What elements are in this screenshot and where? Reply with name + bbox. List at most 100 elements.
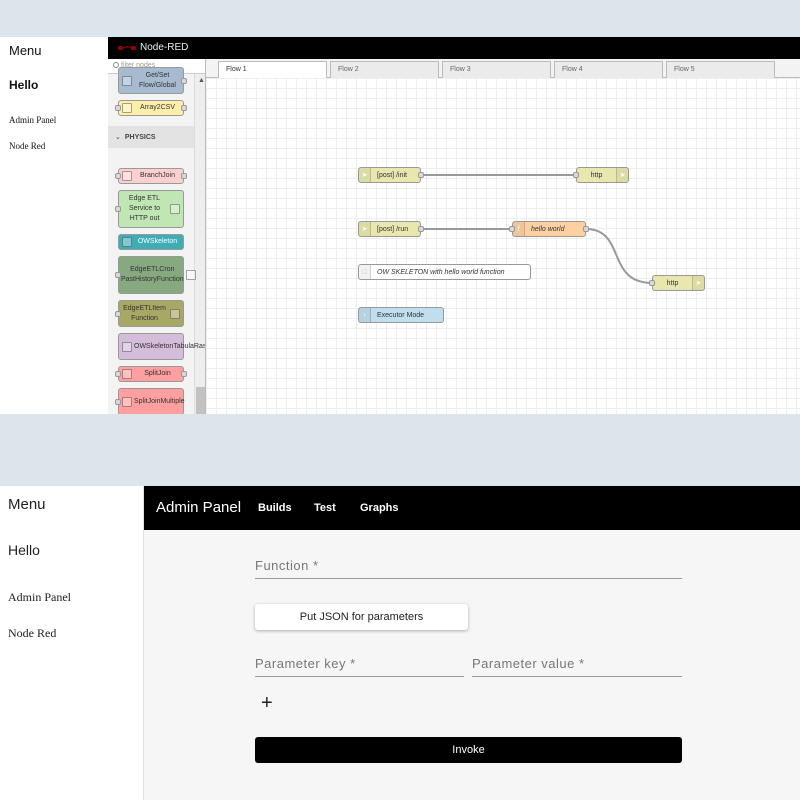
menu-hello: Hello: [8, 542, 40, 558]
output-port: [181, 371, 187, 377]
parameter-key-label: Parameter key *: [255, 656, 356, 671]
palette-node[interactable]: Array2CSV: [115, 100, 187, 116]
admin-screenshot: Menu Hello Admin Panel Node Red Admin Pa…: [0, 486, 800, 800]
menu-link-node-red[interactable]: Node Red: [8, 626, 56, 641]
input-port: [115, 371, 121, 377]
nav-test[interactable]: Test: [314, 502, 336, 514]
output-port: [181, 77, 187, 84]
node-icon: [122, 103, 132, 113]
comment-node[interactable]: □ OW SKELETON with hello world function: [358, 264, 531, 280]
invoke-button[interactable]: Invoke: [255, 737, 682, 763]
arrow-right-icon: ›: [359, 308, 371, 322]
node-label: http: [590, 171, 603, 179]
put-json-button[interactable]: Put JSON for parameters: [255, 604, 468, 630]
nodered-editor: Node-RED filter nodes ▲ Get/Set Flow/Glo…: [108, 37, 800, 414]
palette-node[interactable]: Get/Set Flow/Global: [118, 67, 187, 94]
admin-panel: Admin Panel Builds Test Graphs Function …: [144, 486, 800, 800]
node-label: Executor Mode: [377, 311, 425, 319]
output-port[interactable]: [583, 226, 589, 232]
menu-title: Menu: [8, 496, 46, 513]
input-port: [115, 206, 121, 212]
nodered-title: Node-RED: [140, 42, 189, 53]
input-port[interactable]: [573, 172, 579, 178]
nodered-screenshot: Menu Hello Admin Panel Node Red Node-RED…: [0, 37, 800, 414]
input-port: [115, 173, 121, 179]
input-port[interactable]: [509, 226, 515, 232]
menu-title: Menu: [9, 43, 42, 58]
comment-icon: □: [359, 265, 371, 279]
output-port[interactable]: [418, 172, 424, 178]
menu-link-node-red[interactable]: Node Red: [9, 141, 45, 151]
node-label: OW SKELETON with hello world function: [377, 268, 505, 276]
chevron-down-icon: ⌄: [115, 134, 121, 141]
scroll-thumb[interactable]: [196, 387, 205, 414]
http-in-node-run[interactable]: ➤ [post] /run: [358, 221, 424, 237]
flow-workspace[interactable]: ➤ [post] /init http ➤ ➤ [post] /run f he…: [206, 78, 800, 414]
nav-graphs[interactable]: Graphs: [360, 502, 399, 514]
add-parameter-button[interactable]: +: [261, 693, 273, 713]
input-port[interactable]: [649, 280, 655, 286]
tab-flow-2[interactable]: Flow 2: [330, 61, 439, 78]
node-icon: [122, 369, 132, 379]
parameter-value-field[interactable]: Parameter value *: [472, 651, 682, 677]
globe-icon: ➤: [359, 222, 371, 236]
page-title: Admin Panel: [156, 499, 242, 516]
category-label: PHYSICS: [124, 134, 156, 141]
input-port: [115, 398, 121, 405]
palette-node-label: OWSkeletonTabulaRasa: [134, 342, 206, 350]
palette-node-label: OWSkeleton: [137, 238, 178, 245]
scroll-up-icon[interactable]: ▲: [198, 77, 205, 84]
input-port: [115, 310, 121, 317]
node-palette: filter nodes ▲ Get/Set Flow/Global Array…: [108, 59, 206, 414]
nodered-logo-icon: [118, 46, 136, 50]
workspace-tabs: Flow 1 Flow 2 Flow 3 Flow 4 Flow 5: [206, 59, 800, 79]
palette-node[interactable]: Edge ETL Service to HTTP out: [115, 190, 184, 228]
globe-icon: ➤: [359, 168, 371, 182]
node-label: [post] /run: [377, 225, 409, 233]
tab-flow-5[interactable]: Flow 5: [666, 61, 775, 78]
palette-node-label: EdgeETLItem Function: [123, 304, 166, 322]
palette-node[interactable]: BranchJoin: [115, 168, 187, 184]
palette-category-physics[interactable]: ⌄ PHYSICS: [108, 126, 194, 148]
parameter-key-field[interactable]: Parameter key *: [255, 651, 464, 677]
nav-builds[interactable]: Builds: [258, 502, 292, 514]
function-field-label: Function *: [255, 558, 319, 573]
tab-flow-3[interactable]: Flow 3: [442, 61, 551, 78]
http-response-node-1[interactable]: http ➤: [573, 167, 629, 183]
node-icon: [122, 75, 132, 86]
tab-flow-4[interactable]: Flow 4: [554, 61, 663, 78]
output-port[interactable]: [418, 226, 424, 232]
side-menu: Menu Hello Admin Panel Node Red: [0, 37, 108, 414]
node-icon: [170, 308, 180, 319]
palette-node-label: Edge ETL Service to HTTP out: [128, 195, 161, 222]
node-icon: [122, 237, 132, 247]
nodered-header: Node-RED: [108, 37, 800, 59]
http-response-node-2[interactable]: http ➤: [649, 275, 705, 291]
node-icon: [122, 341, 132, 352]
palette-node-label: Get/Set Flow/Global: [139, 71, 176, 89]
input-port: [115, 272, 121, 278]
menu-link-admin-panel[interactable]: Admin Panel: [8, 590, 71, 605]
palette-node-label: BranchJoin: [139, 172, 176, 179]
side-menu: Menu Hello Admin Panel Node Red: [0, 486, 144, 800]
node-label: http: [666, 279, 679, 287]
menu-link-admin-panel[interactable]: Admin Panel: [9, 115, 56, 125]
node-label: [post] /init: [377, 171, 407, 179]
palette-node[interactable]: SplitJoin: [115, 366, 187, 382]
node-icon: [122, 396, 132, 407]
executor-mode-node[interactable]: › Executor Mode: [358, 307, 444, 323]
parameter-value-label: Parameter value *: [472, 656, 585, 671]
tab-flow-1[interactable]: Flow 1: [218, 61, 327, 79]
palette-node-label: SplitJoin: [144, 370, 171, 377]
function-field[interactable]: Function *: [255, 553, 682, 579]
palette-node[interactable]: EdgeETLItem Function: [115, 300, 184, 327]
output-port: [181, 173, 187, 179]
palette-node[interactable]: SplitJoinMultiple: [115, 388, 185, 414]
palette-node[interactable]: OWSkeleton: [118, 234, 184, 250]
palette-scrollbar[interactable]: ▲: [194, 74, 205, 414]
http-in-node-init[interactable]: ➤ [post] /init: [358, 167, 424, 183]
palette-node[interactable]: OWSkeletonTabulaRasa: [118, 333, 205, 360]
node-icon: [185, 270, 196, 280]
palette-node[interactable]: EdgeETLCron PastHistoryFunction: [115, 256, 196, 294]
function-node-hello-world[interactable]: f hello world: [509, 221, 589, 237]
